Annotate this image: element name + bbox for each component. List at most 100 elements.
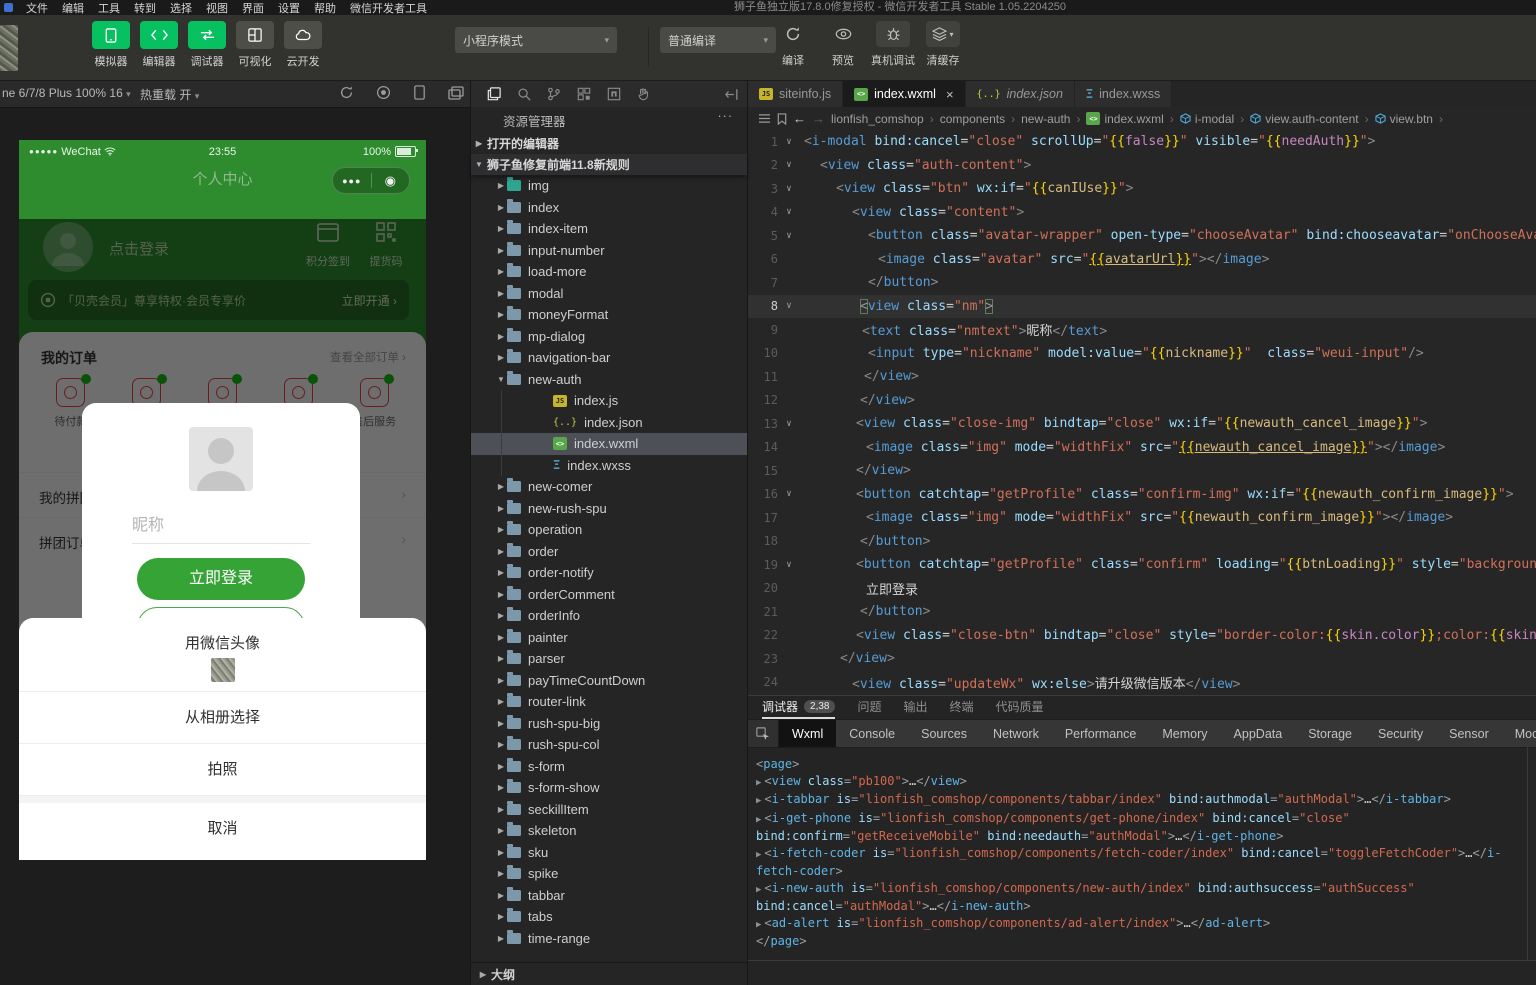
devtools-tab-Security[interactable]: Security [1365,720,1436,747]
tree-folder-time-range[interactable]: ▶ time-range [471,928,747,950]
login-now-button[interactable]: 立即登录 [137,558,305,600]
code-line[interactable]: 13 ∨ <view class="close-img" bindtap="clos… [748,412,1536,436]
tree-folder-modal[interactable]: ▶ modal [471,283,747,305]
breadcrumb-item[interactable]: i-modal [1180,112,1234,126]
action-button[interactable]: 预览 [818,21,868,68]
devtools-tab-Network[interactable]: Network [980,720,1052,747]
compile-mode-select[interactable]: 普通编译 ▾ [660,27,776,53]
debugger-tab-终端[interactable]: 终端 [950,696,974,717]
panel-splitter[interactable] [1527,747,1528,961]
sheet-item[interactable]: 从相册选择 [19,692,426,744]
collapse-sidebar-icon[interactable] [725,88,739,101]
debugger-tab-输出[interactable]: 输出 [904,696,928,717]
debugger-tab-调试器[interactable]: 调试器 2,38 [762,696,836,719]
tree-folder-operation[interactable]: ▶ operation [471,519,747,541]
action-button[interactable]: 编译 [768,21,818,68]
tree-folder-mp-dialog[interactable]: ▶ mp-dialog [471,326,747,348]
devtools-tab-Storage[interactable]: Storage [1295,720,1365,747]
expand-arrow-icon[interactable]: ▶ [756,796,761,806]
breadcrumb-item[interactable]: components [940,112,1005,126]
expand-arrow-icon[interactable]: ▶ [756,850,761,860]
nav-button[interactable]: 模拟器 [88,21,134,69]
close-circle-icon[interactable]: ◉ [372,173,410,189]
mode-select[interactable]: 小程序模式 ▾ [455,27,617,53]
menu-item[interactable]: 设置 [271,0,307,16]
tree-folder-painter[interactable]: ▶ painter [471,627,747,649]
wxml-node[interactable]: ▶ <view class="pb100">…</view> [756,773,1526,792]
tree-folder-index-item[interactable]: ▶ index-item [471,218,747,240]
nav-button[interactable]: 编辑器 [136,21,182,69]
tree-folder-s-form-show[interactable]: ▶ s-form-show [471,777,747,799]
device-selector[interactable]: ne 6/7/8 Plus 100% 16 ▾ [2,86,131,100]
extensions-icon[interactable] [577,87,591,101]
tree-folder-img[interactable]: ▶ img [471,175,747,197]
code-line[interactable]: 8 ∨ <view class="nm"> [748,294,1536,318]
tree-folder-sku[interactable]: ▶ sku [471,842,747,864]
tab-index.json[interactable]: {..} index.json [965,81,1075,107]
wxml-inspector[interactable]: <page> ▶ <view class="pb100">…</view> ▶ <i-t… [748,748,1536,960]
wxml-node[interactable]: ▶ <i-new-auth is="lionfish_comshop/compon… [756,880,1526,915]
code-editor[interactable]: 1 ∨ <i-modal bind:cancel="close" scrollUp=… [748,130,1536,695]
more-icon[interactable]: ●●● [333,176,371,186]
code-line[interactable]: 9 <text class="nmtext">昵称</text> [748,318,1536,342]
restart-icon[interactable] [339,85,354,100]
expand-arrow-icon[interactable]: ▶ [756,885,761,895]
breadcrumb-item[interactable]: <> index.wxml [1086,112,1164,126]
tree-folder-input-number[interactable]: ▶ input-number [471,240,747,262]
code-line[interactable]: 7 </button> [748,271,1536,295]
devtools-tab-Memory[interactable]: Memory [1149,720,1220,747]
code-line[interactable]: 23 </view> [748,647,1536,671]
files-icon[interactable] [487,87,501,101]
close-icon[interactable]: × [946,87,954,102]
devtools-tab-Wxml[interactable]: Wxml [779,720,837,747]
record-icon[interactable] [376,85,391,100]
expand-arrow-icon[interactable]: ▶ [756,815,761,825]
devtools-tab-AppData[interactable]: AppData [1221,720,1296,747]
code-line[interactable]: 16 ∨ <button catchtap="getProfile" class="… [748,483,1536,507]
tree-folder-tabbar[interactable]: ▶ tabbar [471,885,747,907]
tree-folder-navigation-bar[interactable]: ▶ navigation-bar [471,347,747,369]
menu-item[interactable]: 视图 [199,0,235,16]
wxml-node[interactable]: <page> [756,756,1526,773]
tab-siteinfo.js[interactable]: JS siteinfo.js [748,81,844,107]
search-icon[interactable] [517,87,531,101]
menu-item[interactable]: 编辑 [55,0,91,16]
code-line[interactable]: 5 ∨ <button class="avatar-wrapper" open-ty… [748,224,1536,248]
code-line[interactable]: 1 ∨ <i-modal bind:cancel="close" scrollUp=… [748,130,1536,154]
user-avatar[interactable] [0,25,18,71]
menu-item[interactable]: 转到 [127,0,163,16]
code-line[interactable]: 17 <image class="img" mode="widthFix" src… [748,506,1536,530]
sheet-item[interactable]: 用微信头像 [19,618,426,692]
tree-folder-new-rush-spu[interactable]: ▶ new-rush-spu [471,498,747,520]
devtools-tab-Sources[interactable]: Sources [908,720,980,747]
menu-item[interactable]: 选择 [163,0,199,16]
tree-folder-seckillItem[interactable]: ▶ seckillItem [471,799,747,821]
breadcrumb-item[interactable]: view.auth-content [1250,112,1359,126]
code-line[interactable]: 24 <view class="updateWx" wx:else>请升级微信版本… [748,671,1536,695]
tree-folder-spike[interactable]: ▶ spike [471,863,747,885]
code-line[interactable]: 11 </view> [748,365,1536,389]
code-line[interactable]: 20 立即登录 [748,577,1536,601]
wxml-node[interactable]: ▶ <i-fetch-coder is="lionfish_comshop/com… [756,845,1526,880]
tree-file-index.js[interactable]: ▶JSindex.js [471,390,747,412]
nickname-input[interactable]: 昵称 [132,511,310,544]
code-line[interactable]: 14 <image class="img" mode="widthFix" src… [748,436,1536,460]
tree-folder-new-auth[interactable]: ▼ new-auth [471,369,747,391]
nav-button[interactable]: 云开发 [280,21,326,69]
tree-folder-orderComment[interactable]: ▶ orderComment [471,584,747,606]
nav-button[interactable]: 可视化 [232,21,278,69]
menu-item[interactable]: 工具 [91,0,127,16]
tab-index.wxss[interactable]: Ξindex.wxss [1074,81,1173,107]
outline-section[interactable]: ▶ 大纲 [471,962,747,985]
tree-folder-parser[interactable]: ▶ parser [471,648,747,670]
code-line[interactable]: 18 </button> [748,530,1536,554]
code-line[interactable]: 4 ∨ <view class="content"> [748,201,1536,225]
tree-folder-skeleton[interactable]: ▶ skeleton [471,820,747,842]
capsule-menu[interactable]: ●●● ◉ [332,167,410,194]
npm-icon[interactable] [607,87,621,101]
tree-file-index.json[interactable]: ▶{..}index.json [471,411,747,434]
rotate-device-icon[interactable] [413,85,426,100]
debugger-tab-问题[interactable]: 问题 [857,696,881,717]
action-button[interactable]: 真机调试 [868,21,918,68]
code-line[interactable]: 15 </view> [748,459,1536,483]
